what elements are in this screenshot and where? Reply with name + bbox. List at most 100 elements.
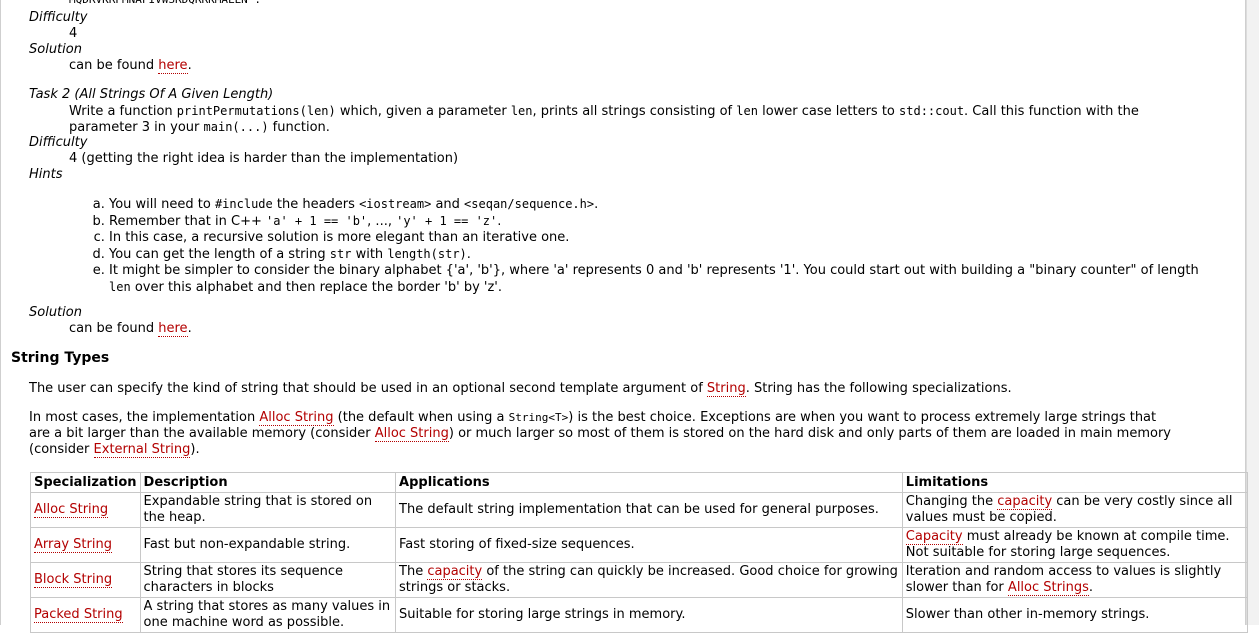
cell-desc-text: A string that stores as many values in o… [143,599,391,630]
desc-text: , prints all strings consisting of [532,104,737,119]
desc-text: lower case letters to [757,104,900,119]
capacity-link[interactable]: Capacity [905,529,963,545]
code-std-cout: std::cout [899,104,965,118]
desc-text: parameter 3 in your [69,120,204,135]
table-header-row: Specialization Description Applications … [30,472,1249,493]
cell-app: The capacity of the string can quickly b… [395,562,903,598]
hint-text: Remember that in C++ [109,214,267,229]
external-string-link[interactable]: External String [93,442,191,458]
cell-text: . [1088,580,1093,595]
cell-app: Suitable for storing large strings in me… [395,597,903,633]
para-text: ). [190,442,200,457]
string-specializations-table: Specialization Description Applications … [30,472,1249,633]
header-limitations: Limitations [901,472,1249,493]
code-string-t: String<T> [508,411,569,424]
code-iostream: <iostream> [359,197,432,211]
hint-text: It might be simpler to consider the bina… [109,263,1199,278]
hint-text: You can get the length of a string [109,247,330,262]
cell-desc: String that stores its sequence characte… [139,562,397,598]
hint-text: with [351,247,388,262]
hints-list: You will need to #include the headers <i… [89,196,1239,296]
table-row: Array String Fast but non-expandable str… [30,527,1249,563]
task2-solution-label: Solution [29,305,82,320]
cell-desc: Fast but non-expandable string. [139,527,397,563]
desc-text: which, given a parameter [335,104,511,119]
hint-c: In this case, a recursive solution is mo… [109,230,1239,246]
array-string-row-link[interactable]: Array String [34,537,112,553]
hint-text: . [497,214,502,229]
task2-title: Task 2 (All Strings Of A Given Length) [29,87,274,102]
code-len: len [510,104,533,118]
cell-lim: Capacity must already be known at compil… [901,527,1249,563]
capacity-link[interactable]: capacity [997,494,1053,510]
alloc-string-link[interactable]: Alloc String [259,410,334,426]
hint-text: the headers [272,197,360,212]
code-y-plus-1: 'y' + 1 == 'z' [396,214,498,228]
hint-b: Remember that in C++ 'a' + 1 == 'b', ...… [109,213,1239,230]
code-seqan-sequence: <seqan/sequence.h> [464,197,595,211]
header-specialization: Specialization [30,472,141,493]
para-text: (the default when using a [333,410,509,425]
cell-app: Fast storing of fixed-size sequences. [395,527,903,563]
hint-text: . [594,197,599,212]
para-text: (consider [29,442,94,457]
code-length-str: length(str) [387,247,467,261]
task2-description-line2: parameter 3 in your main(...) function. [69,119,330,136]
task1-solution-link[interactable]: here [158,58,188,74]
cell-lim: Changing the capacity can be very costly… [901,492,1249,528]
capacity-link[interactable]: capacity [427,564,483,580]
cell-lim: Iteration and random access to values is… [901,562,1249,598]
packed-string-row-link[interactable]: Packed String [34,607,123,623]
cell-spec: Block String [30,562,141,598]
task1-solution-text: can be found here. [69,58,192,74]
hint-text: over this alphabet and then replace the … [130,280,502,295]
task2-difficulty-label: Difficulty [29,135,88,150]
header-applications: Applications [395,472,903,493]
para-text: . String has the following specializatio… [745,381,1012,396]
task1-solution-label: Solution [29,42,82,57]
task2-solution-text: can be found here. [69,321,192,337]
header-description: Description [139,472,397,493]
truncated-sequence-text: MQDRVKRPMNAFIVWSRDQRRKMALEN". [69,0,261,8]
cell-spec: Array String [30,527,141,563]
string-link[interactable]: String [706,381,746,397]
hint-text: You will need to [109,197,215,212]
cell-desc: A string that stores as many values in o… [139,597,397,633]
desc-text: . Call this function with the [964,104,1139,119]
cell-text: Changing the [905,494,998,509]
para-text: ) or much larger so most of them is stor… [448,426,1172,441]
hint-text: . [466,247,471,262]
code-str: str [329,247,352,261]
alloc-strings-link[interactable]: Alloc Strings [1007,580,1089,596]
code-len: len [736,104,758,118]
alloc-string-link-2[interactable]: Alloc String [374,426,449,442]
cell-spec: Alloc String [30,492,141,528]
hint-d: You can get the length of a string str w… [109,246,1239,263]
cell-app: The default string implementation that c… [395,492,903,528]
code-len: len [109,280,131,294]
code-a-plus-1: 'a' + 1 == 'b' [266,214,368,228]
alloc-string-row-link[interactable]: Alloc String [34,502,109,518]
table-row: Alloc String Expandable string that is s… [30,492,1249,528]
string-types-para2-line3: (consider External String). [29,442,200,458]
task1-difficulty-label: Difficulty [29,10,88,25]
para-text: The user can specify the kind of string … [29,381,707,396]
desc-text: Write a function [69,104,177,119]
task2-hints-label: Hints [29,167,63,182]
string-types-heading: String Types [11,350,110,366]
code-main: main(...) [203,120,269,134]
task1-difficulty-value: 4 [69,26,78,41]
hint-e: It might be simpler to consider the bina… [109,263,1239,296]
hint-text: and [431,197,465,212]
block-string-row-link[interactable]: Block String [34,572,113,588]
task2-description-line1: Write a function printPermutations(len) … [69,103,1139,120]
task2-solution-link[interactable]: here [158,321,188,337]
para-text: are a bit larger than the available memo… [29,426,375,441]
cell-desc: Expandable string that is stored on the … [139,492,397,528]
code-include: #include [214,197,273,211]
cell-text: The [399,564,428,579]
string-types-intro: The user can specify the kind of string … [29,381,1012,397]
string-types-para2-line2: are a bit larger than the available memo… [29,426,1171,442]
para-text: In most cases, the implementation [29,410,260,425]
solution-prefix: can be found [69,321,159,336]
